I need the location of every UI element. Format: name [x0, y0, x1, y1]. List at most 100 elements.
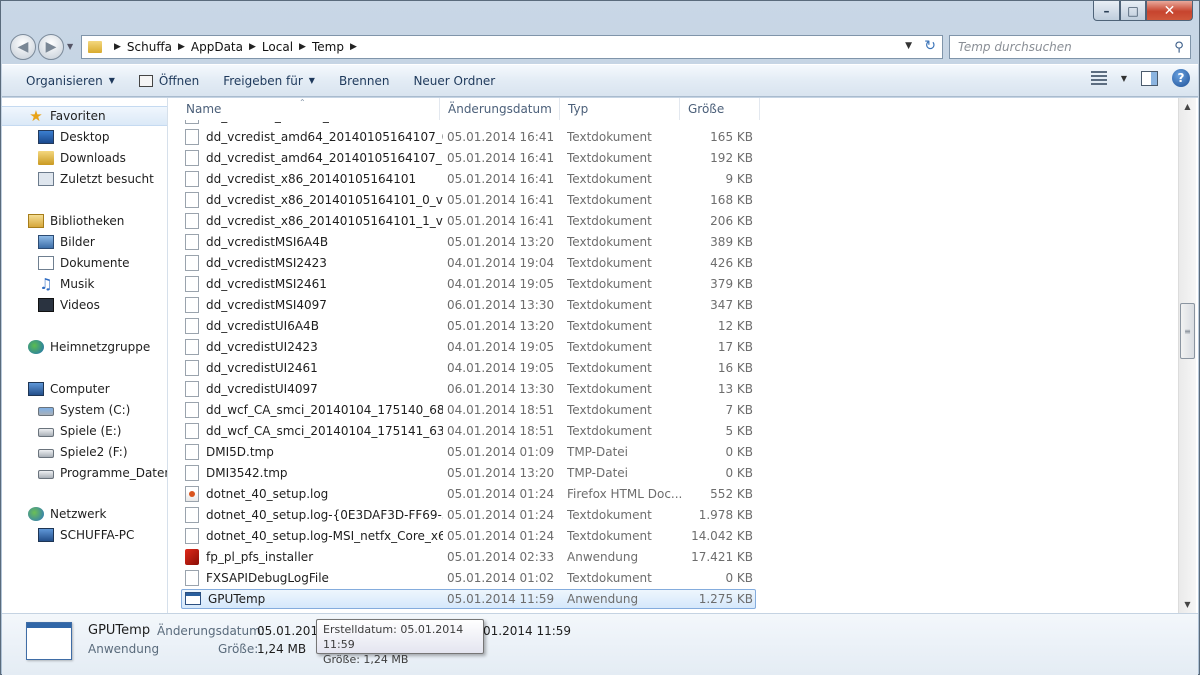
nav-network[interactable]: Netzwerk [28, 504, 106, 524]
address-history-dropdown[interactable]: ▼ [905, 41, 912, 51]
nav-pictures[interactable]: Bilder [38, 232, 95, 252]
file-row[interactable]: dd_wcf_CA_smci_20140104_175141_636 04.01.… [169, 420, 1177, 441]
column-type[interactable]: Typ [560, 98, 680, 120]
file-row[interactable]: dotnet_40_setup.log 05.01.2014 01:24 Firef… [169, 483, 1177, 504]
breadcrumb-temp[interactable]: Temp [312, 40, 344, 54]
file-row[interactable]: dd_vcredistMSI2461 04.01.2014 19:05 Textdo… [169, 273, 1177, 294]
nav-music[interactable]: ♫ Musik [38, 274, 94, 294]
nav-downloads[interactable]: Downloads [38, 148, 126, 168]
file-row[interactable]: dotnet_40_setup.log-{0E3DAF3D-FF69-34...… [169, 504, 1177, 525]
forward-button[interactable]: ▶ [38, 34, 64, 60]
file-size: 389 KB [710, 234, 753, 249]
file-row[interactable]: fp_pl_pfs_installer 05.01.2014 02:33 Anwen… [169, 546, 1177, 567]
text-file-icon [185, 506, 199, 523]
file-row[interactable]: dd_vcredistMSI2423 04.01.2014 19:04 Textdo… [169, 252, 1177, 273]
search-box[interactable]: Temp durchsuchen ⚲ [949, 35, 1191, 59]
view-chevron-down-icon[interactable]: ▼ [1121, 74, 1127, 83]
file-row[interactable]: dd_vcredistUI2423 04.01.2014 19:05 Textdok… [169, 336, 1177, 357]
nav-libraries[interactable]: Bibliotheken [28, 211, 124, 231]
breadcrumb-separator-icon[interactable]: ▶ [249, 42, 256, 52]
breadcrumb-separator-icon[interactable]: ▶ [299, 42, 306, 52]
column-name[interactable]: ⌃ Name [169, 98, 440, 120]
file-size: 5 KB [725, 423, 753, 438]
file-row[interactable]: dd_vcredistUI4097 06.01.2014 13:30 Textdok… [169, 378, 1177, 399]
network-computer-icon [38, 528, 54, 542]
breadcrumb-separator-icon[interactable]: ▶ [114, 42, 121, 52]
open-button[interactable]: Öffnen [127, 65, 211, 96]
file-row[interactable]: dd_vcredist_x86_20140105164101_1_vcRu...… [169, 210, 1177, 231]
nav-drive-c[interactable]: System (C:) [38, 400, 130, 420]
burn-button[interactable]: Brennen [327, 65, 401, 96]
file-name: dd_vcredistUI2461 [206, 360, 318, 375]
scrollbar-thumb[interactable]: ≡ [1180, 303, 1195, 359]
address-bar[interactable]: ▶ Schuffa ▶ AppData ▶ Local ▶ Temp ▶ ▼ ↻ [81, 35, 943, 59]
scroll-up-icon[interactable]: ▲ [1179, 98, 1196, 115]
nav-drive-f[interactable]: Spiele2 (F:) [38, 442, 128, 462]
column-date[interactable]: Änderungsdatum [440, 98, 560, 120]
details-modified-label: Änderungsdatum: [157, 624, 265, 638]
file-date: 05.01.2014 01:24 [447, 486, 555, 501]
nav-drive-programs[interactable]: Programme_Daten_l [38, 463, 167, 483]
file-row[interactable]: dd_vcredist_x86_20140105164101_0_vcRu...… [169, 189, 1177, 210]
breadcrumb-separator-icon[interactable]: ▶ [350, 42, 357, 52]
file-name: dd_vcredistMSI2461 [206, 276, 327, 291]
nav-favorites[interactable]: ★ Favoriten [2, 106, 167, 126]
back-button[interactable]: ◀ [10, 34, 36, 60]
file-row[interactable]: dd_vcredistMSI6A4B 05.01.2014 13:20 Textdo… [169, 231, 1177, 252]
file-size: 9 KB [725, 171, 753, 186]
maximize-button[interactable]: □ [1120, 1, 1146, 21]
nav-homegroup[interactable]: Heimnetzgruppe [28, 337, 150, 357]
new-folder-button[interactable]: Neuer Ordner [401, 65, 507, 96]
file-row[interactable]: DMI5D.tmp 05.01.2014 01:09 TMP-Datei 0 KB [169, 441, 1177, 462]
breadcrumb-schuffa[interactable]: Schuffa [127, 40, 172, 54]
content-area: ★ Favoriten Desktop Downloads Zuletzt be… [2, 98, 1198, 613]
file-name-cell: dd_vcredistMSI6A4B [185, 233, 443, 250]
file-row[interactable]: dd_vcredist_x86_20140105164101 05.01.2014… [169, 168, 1177, 189]
file-date: 05.01.2014 01:02 [447, 570, 555, 585]
file-size: 192 KB [710, 150, 753, 165]
file-row[interactable]: dotnet_40_setup.log-MSI_netfx_Core_x64..… [169, 525, 1177, 546]
file-name-cell: dd_wcf_CA_smci_20140104_175141_636 [185, 422, 443, 439]
organize-button[interactable]: Organisieren ▼ [2, 65, 127, 96]
search-icon[interactable]: ⚲ [1168, 40, 1190, 55]
nav-documents[interactable]: Dokumente [38, 253, 130, 273]
nav-desktop[interactable]: Desktop [38, 127, 110, 147]
column-size[interactable]: Größe [680, 98, 760, 120]
scroll-down-icon[interactable]: ▼ [1179, 596, 1196, 613]
file-type: Textdokument [567, 381, 652, 396]
close-button[interactable]: ✕ [1146, 1, 1193, 21]
file-date: 05.01.2014 13:20 [447, 234, 555, 249]
view-options-icon[interactable] [1090, 71, 1107, 85]
help-icon[interactable]: ? [1172, 69, 1190, 87]
file-row[interactable]: dd_vcredistMSI4097 06.01.2014 13:30 Textdo… [169, 294, 1177, 315]
nav-computer[interactable]: Computer [28, 379, 110, 399]
file-row[interactable]: dd_vcredistUI6A4B 05.01.2014 13:20 Textdok… [169, 315, 1177, 336]
nav-recent[interactable]: Zuletzt besucht [38, 169, 154, 189]
breadcrumb-appdata[interactable]: AppData [191, 40, 243, 54]
preview-pane-icon[interactable] [1141, 70, 1158, 86]
file-date: 06.01.2014 13:30 [447, 381, 555, 396]
share-button[interactable]: Freigeben für ▼ [211, 65, 327, 96]
file-row[interactable]: FXSAPIDebugLogFile 05.01.2014 01:02 Textdo… [169, 567, 1177, 588]
network-icon [28, 507, 44, 521]
search-input[interactable]: Temp durchsuchen [950, 40, 1168, 54]
file-name: dd_vcredistMSI6A4B [206, 234, 329, 249]
minimize-button[interactable]: – [1093, 1, 1120, 21]
nav-drive-e[interactable]: Spiele (E:) [38, 421, 121, 441]
file-row[interactable]: dd_vcredist_amd64_20140105164107_1_v... 0… [169, 147, 1177, 168]
file-row[interactable]: dd_vcredistUI2461 04.01.2014 19:05 Textdok… [169, 357, 1177, 378]
breadcrumb-separator-icon[interactable]: ▶ [178, 42, 185, 52]
file-row[interactable]: DMI3542.tmp 05.01.2014 13:20 TMP-Datei 0 KB [169, 462, 1177, 483]
breadcrumb-local[interactable]: Local [262, 40, 293, 54]
file-date: 04.01.2014 18:51 [447, 423, 555, 438]
file-row[interactable]: dd_wcf_CA_smci_20140104_175140_684 04.01.… [169, 399, 1177, 420]
file-name: GPUTemp [208, 591, 266, 606]
recent-pages-dropdown[interactable]: ▼ [67, 42, 73, 51]
nav-pc[interactable]: SCHUFFA-PC [38, 525, 134, 545]
vertical-scrollbar[interactable]: ▲ ≡ ▼ [1178, 98, 1196, 613]
file-date: 04.01.2014 18:51 [447, 402, 555, 417]
nav-videos[interactable]: Videos [38, 295, 100, 315]
file-row[interactable]: dd_vcredist_amd64_20140105164107_0_v... 0… [169, 126, 1177, 147]
refresh-icon[interactable]: ↻ [924, 38, 936, 54]
file-row[interactable]: GPUTemp 05.01.2014 11:59 Anwendung 1.275 KB [169, 588, 1177, 609]
